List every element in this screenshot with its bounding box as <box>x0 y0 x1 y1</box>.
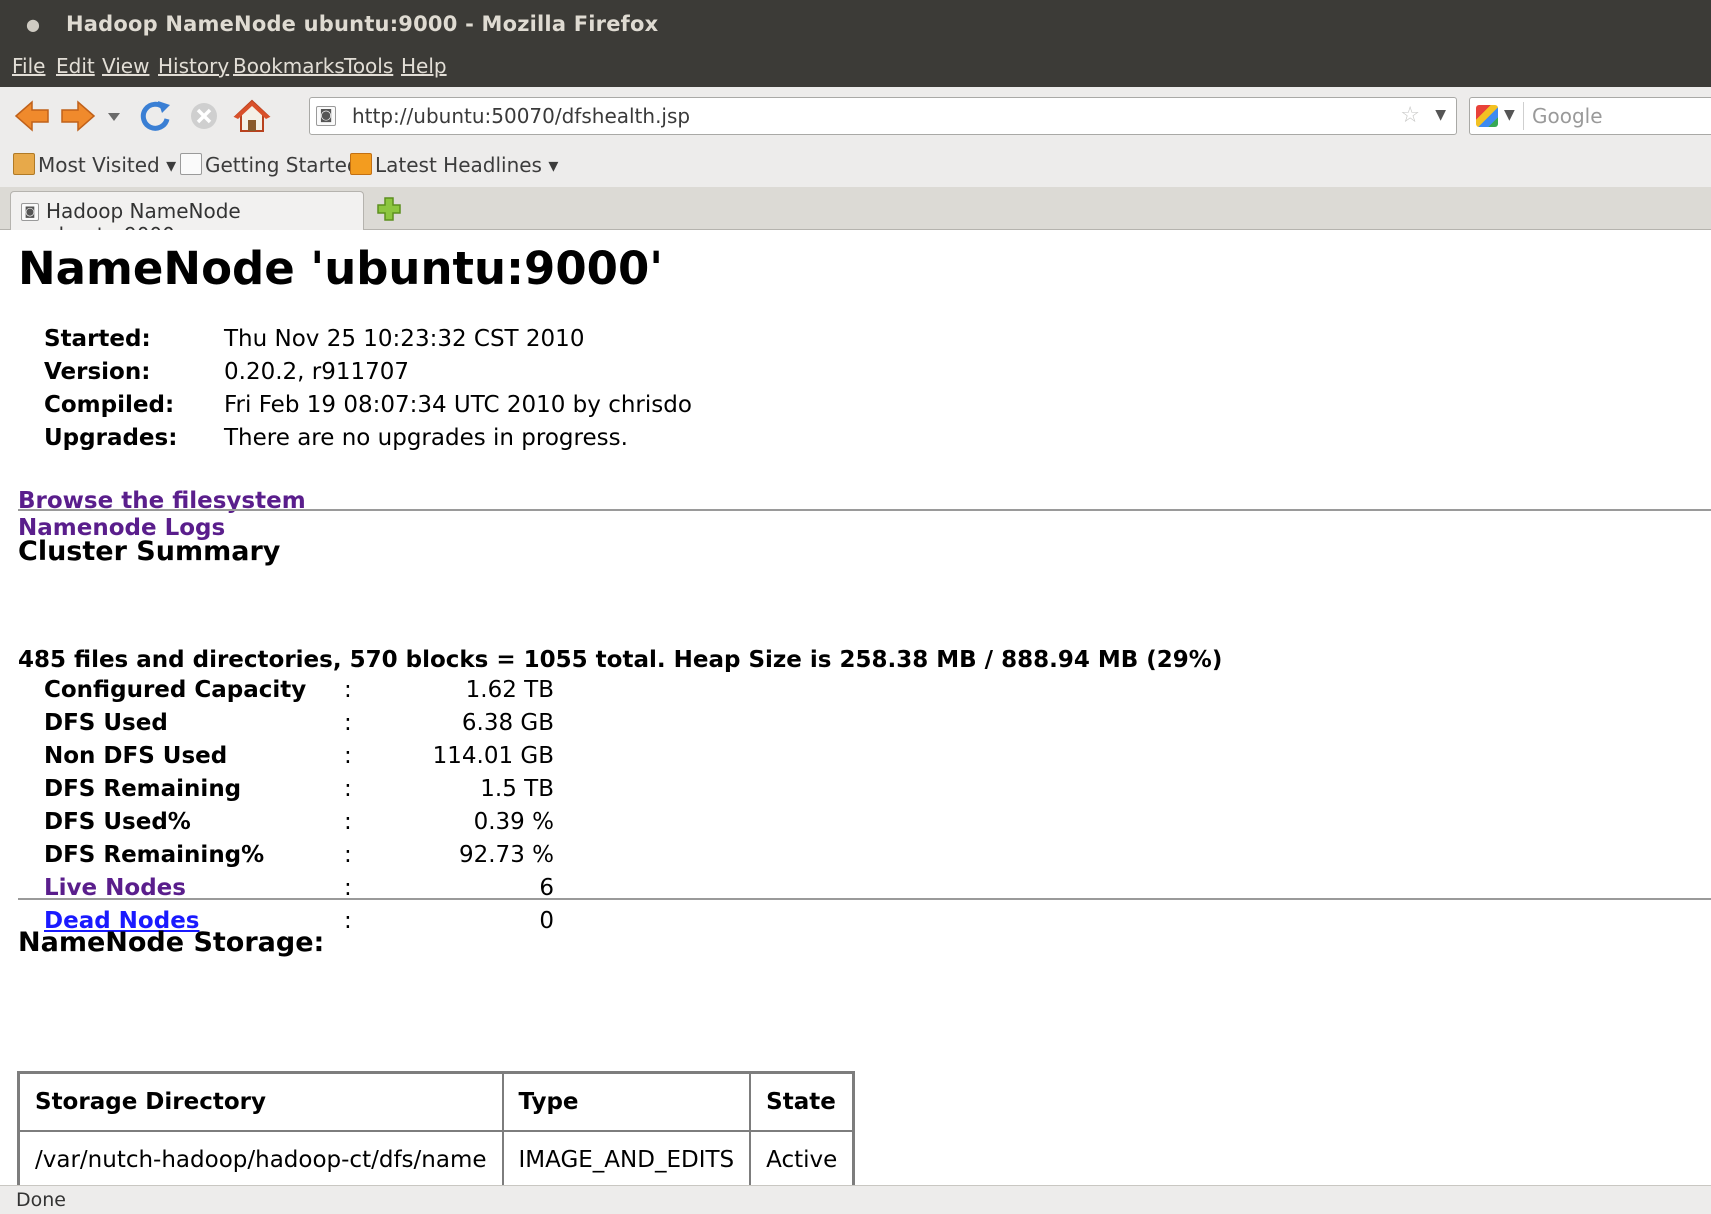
info-row-started: Started: Thu Nov 25 10:23:32 CST 2010 <box>44 326 692 359</box>
new-tab-plus-icon[interactable] <box>376 196 402 222</box>
page-links: Browse the filesystem Namenode Logs <box>18 488 306 542</box>
metric-value: 0.39 % <box>473 809 554 835</box>
home-icon[interactable] <box>232 97 272 135</box>
column-header-storage-directory: Storage Directory <box>18 1072 504 1132</box>
menu-help[interactable]: Help <box>401 54 447 78</box>
status-text: Done <box>16 1189 66 1211</box>
history-dropdown-icon[interactable] <box>104 97 124 135</box>
info-key: Started: <box>44 326 151 352</box>
search-divider <box>1523 102 1524 130</box>
metric-value: 1.5 TB <box>480 776 554 802</box>
menu-edit[interactable]: Edit <box>56 54 95 78</box>
info-row-version: Version: 0.20.2, r911707 <box>44 359 692 392</box>
metric-key: DFS Used% <box>44 809 191 835</box>
storage-table: Storage Directory Type State /var/nutch-… <box>16 1071 856 1185</box>
window-menu-icon[interactable]: ● <box>24 16 42 34</box>
rss-icon <box>350 153 372 175</box>
search-bar[interactable]: ▼ Google <box>1469 97 1711 135</box>
column-header-state: State <box>749 1072 855 1132</box>
page-content: NameNode 'ubuntu:9000' Started: Thu Nov 2… <box>0 230 1711 1185</box>
namenode-storage-heading: NameNode Storage: <box>18 927 325 958</box>
menu-bar: File Edit View History Bookmarks Tools H… <box>0 50 1711 87</box>
stop-icon[interactable] <box>184 97 224 135</box>
url-text[interactable]: http://ubuntu:50070/dfshealth.jsp <box>352 104 690 128</box>
back-arrow-icon[interactable] <box>12 97 52 135</box>
info-value: Fri Feb 19 08:07:34 UTC 2010 by chrisdo <box>224 392 692 418</box>
menu-file[interactable]: File <box>12 54 45 78</box>
bookmark-latest-headlines[interactable]: Latest Headlines ▾ <box>350 153 558 179</box>
bookmark-star-icon[interactable]: ☆ <box>1400 103 1420 128</box>
divider <box>18 509 1711 511</box>
info-key: Upgrades: <box>44 425 178 451</box>
page-title: NameNode 'ubuntu:9000' <box>18 242 664 295</box>
bookmark-label: Most Visited ▾ <box>38 153 177 177</box>
cluster-summary-heading: Cluster Summary <box>18 536 281 567</box>
storage-directory-cell: /var/nutch-hadoop/hadoop-ct/dfs/name <box>18 1130 504 1185</box>
bookmark-label: Latest Headlines ▾ <box>375 153 559 177</box>
bookmark-most-visited[interactable]: Most Visited ▾ <box>13 153 176 179</box>
metric-key: DFS Remaining% <box>44 842 265 868</box>
forward-arrow-icon[interactable] <box>58 97 98 135</box>
info-value: There are no upgrades in progress. <box>224 425 628 451</box>
divider <box>18 898 1711 900</box>
bookmark-label: Getting Started <box>205 153 360 177</box>
folder-icon <box>13 153 35 175</box>
menu-tools[interactable]: Tools <box>344 54 393 78</box>
page-icon <box>180 153 202 175</box>
cluster-summary-line: 485 files and directories, 570 blocks = … <box>18 647 1223 673</box>
navigation-toolbar: ◙ http://ubuntu:50070/dfshealth.jsp ☆ ▼ … <box>0 87 1711 145</box>
title-bar: ● Hadoop NameNode ubuntu:9000 - Mozilla … <box>0 0 1711 50</box>
page-icon: ◙ <box>21 203 39 221</box>
metric-value: 92.73 % <box>458 842 554 868</box>
bookmarks-toolbar: Most Visited ▾ Getting Started Latest He… <box>0 145 1711 187</box>
url-bar[interactable]: ◙ http://ubuntu:50070/dfshealth.jsp ☆ ▼ <box>309 97 1457 135</box>
namenode-info: Started: Thu Nov 25 10:23:32 CST 2010 Ver… <box>44 326 692 458</box>
metric-value: 1.62 TB <box>465 677 554 703</box>
menu-bookmarks[interactable]: Bookmarks <box>233 54 345 78</box>
type-cell: IMAGE_AND_EDITS <box>501 1130 752 1185</box>
search-engine-icon[interactable] <box>1476 105 1498 127</box>
window-title: Hadoop NameNode ubuntu:9000 - Mozilla Fi… <box>66 12 659 36</box>
tab-hadoop-namenode[interactable]: ◙ Hadoop NameNode ubuntu:9000 <box>10 191 364 247</box>
metric-key: Configured Capacity <box>44 677 307 703</box>
metric-key: DFS Remaining <box>44 776 242 802</box>
search-input[interactable]: Google <box>1532 104 1603 128</box>
site-identity-icon[interactable]: ◙ <box>316 106 336 126</box>
tab-strip: ◙ Hadoop NameNode ubuntu:9000 <box>0 187 1711 247</box>
table-row: /var/nutch-hadoop/hadoop-ct/dfs/name IMA… <box>18 1130 855 1185</box>
menu-history[interactable]: History <box>158 54 229 78</box>
column-header-type: Type <box>501 1072 752 1132</box>
table-header-row: Storage Directory Type State <box>18 1072 855 1132</box>
search-engine-dropdown-icon[interactable]: ▼ <box>1504 107 1515 123</box>
info-key: Version: <box>44 359 151 385</box>
browser-window: ● Hadoop NameNode ubuntu:9000 - Mozilla … <box>0 0 1711 1214</box>
state-cell: Active <box>749 1130 855 1185</box>
metric-key: DFS Used <box>44 710 168 736</box>
info-row-upgrades: Upgrades: There are no upgrades in progre… <box>44 425 692 458</box>
status-bar: Done <box>0 1185 1711 1214</box>
bookmark-getting-started[interactable]: Getting Started <box>180 153 360 179</box>
info-value: 0.20.2, r911707 <box>224 359 410 385</box>
metric-value: 6.38 GB <box>461 710 554 736</box>
reload-icon[interactable] <box>136 97 176 135</box>
metric-value: 114.01 GB <box>432 743 554 769</box>
menu-view[interactable]: View <box>102 54 149 78</box>
metric-key: Non DFS Used <box>44 743 228 769</box>
url-dropdown-icon[interactable]: ▼ <box>1435 107 1446 123</box>
info-value: Thu Nov 25 10:23:32 CST 2010 <box>224 326 585 352</box>
metric-value: 0 <box>539 908 554 934</box>
info-key: Compiled: <box>44 392 175 418</box>
info-row-compiled: Compiled: Fri Feb 19 08:07:34 UTC 2010 by… <box>44 392 692 425</box>
